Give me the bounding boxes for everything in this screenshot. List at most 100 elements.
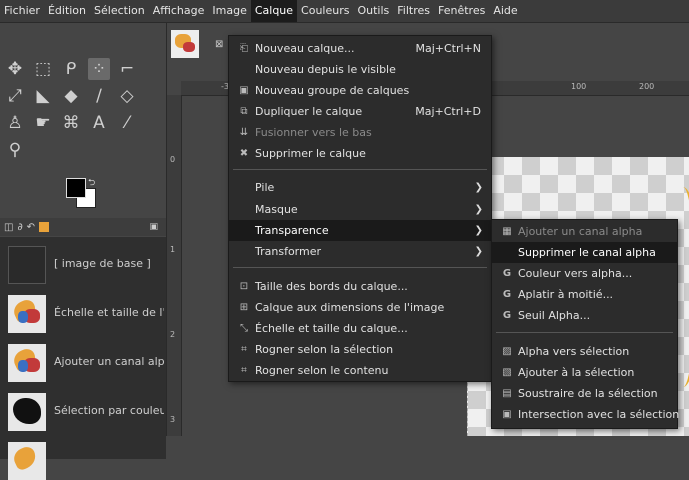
paintbrush-tool-icon[interactable]: ∕ (88, 85, 110, 107)
dock-menu-icon[interactable]: ▣ (149, 222, 158, 232)
menubar: Fichier Édition Sélection Affichage Imag… (0, 0, 689, 23)
menu-item-merge-down[interactable]: ⇊ Fusionner vers le bas (229, 122, 491, 143)
merge-down-icon: ⇊ (239, 127, 249, 138)
bucket-fill-tool-icon[interactable]: ◆ (60, 85, 82, 107)
menu-item-label: Supprimer le calque (255, 147, 366, 160)
add-alpha-icon: ▦ (502, 226, 512, 237)
subtract-selection-icon: ▤ (502, 388, 512, 399)
menu-item-label: Fusionner vers le bas (255, 126, 372, 139)
menu-item-label: Calque aux dimensions de l'image (255, 301, 445, 314)
menu-selection[interactable]: Sélection (90, 0, 149, 22)
menu-item-pile[interactable]: Pile ❯ (229, 177, 491, 198)
vertical-ruler: 0 1 2 3 (167, 95, 182, 436)
history-item[interactable]: Sélection par couleur (0, 390, 166, 434)
menu-edition[interactable]: Édition (44, 0, 90, 22)
submenu-item-intersect-selection[interactable]: ▣ Intersection avec la sélection (492, 404, 679, 425)
menu-item-label: Nouveau depuis le visible (255, 63, 396, 76)
menu-item-transparence[interactable]: Transparence ❯ (229, 220, 491, 241)
toolbox: ✥ ⬚ ᑭ ⁘ ⌐ ⤢ ◣ ◆ ∕ ◇ ♙ ☛ ⌘ A ⁄ ⚲ ⮌ ◫ ∂ ↶ … (0, 23, 166, 480)
add-selection-icon: ▧ (502, 367, 512, 378)
history-label: Ajouter un canal alpha (54, 355, 164, 368)
free-select-tool-icon[interactable]: ᑭ (60, 58, 82, 80)
menu-couleurs[interactable]: Couleurs (297, 0, 353, 22)
transform-tool-icon[interactable]: ⤢ (4, 85, 26, 107)
duplicate-icon: ⧉ (240, 106, 248, 117)
paths-tab-icon[interactable]: ∂ (17, 222, 22, 233)
gegl-icon: G (502, 268, 512, 279)
eraser-tool-icon[interactable]: ◇ (116, 85, 138, 107)
delete-icon: ✖ (239, 148, 249, 159)
menu-image[interactable]: Image (208, 0, 250, 22)
submenu-item-alpha-to-selection[interactable]: ▨ Alpha vers sélection (492, 341, 677, 362)
gegl-icon: G (502, 310, 512, 321)
submenu-item-add-alpha[interactable]: ▦ Ajouter un canal alpha (492, 221, 677, 242)
swap-colors-icon[interactable]: ⮌ (88, 175, 95, 191)
menu-item-label: Couleur vers alpha... (518, 267, 633, 280)
menu-item-layer-boundary[interactable]: ⊡ Taille des bords du calque... (229, 276, 491, 297)
smudge-tool-icon[interactable]: ☛ (32, 112, 54, 134)
history-item[interactable]: Ajouter un canal alpha (0, 341, 166, 385)
warp-tool-icon[interactable]: ◣ (32, 85, 54, 107)
menu-item-label: Soustraire de la sélection (518, 387, 658, 400)
submenu-item-subtract-selection[interactable]: ▤ Soustraire de la sélection (492, 383, 677, 404)
submenu-item-threshold-alpha[interactable]: G Seuil Alpha... (492, 305, 677, 326)
calque-menu: ⎗ Nouveau calque... Maj+Ctrl+N Nouveau d… (228, 35, 492, 382)
clone-tool-icon[interactable]: ♙ (4, 112, 26, 134)
history-item[interactable] (0, 439, 166, 480)
menu-separator (233, 267, 487, 268)
menu-outils[interactable]: Outils (353, 0, 393, 22)
menu-item-new-layer[interactable]: ⎗ Nouveau calque... Maj+Ctrl+N (229, 38, 491, 59)
history-item[interactable]: [ image de base ] (0, 243, 166, 287)
submenu-arrow-icon: ❯ (474, 182, 483, 193)
menu-item-duplicate[interactable]: ⧉ Dupliquer le calque Maj+Ctrl+D (229, 101, 491, 122)
menu-item-delete-layer[interactable]: ✖ Supprimer le calque (229, 143, 491, 164)
undo-tab-icon[interactable]: ↶ (27, 222, 35, 233)
text-tool-icon[interactable]: A (88, 112, 110, 134)
submenu-item-remove-alpha[interactable]: Supprimer le canal alpha (492, 242, 677, 263)
menu-item-masque[interactable]: Masque ❯ (229, 199, 491, 220)
image-tab-thumbnail[interactable] (171, 30, 199, 58)
shortcut-label: Maj+Ctrl+N (415, 42, 481, 55)
paths-tool-icon[interactable]: ⌘ (60, 112, 82, 134)
ruler-label: 0 (170, 155, 176, 164)
fuzzy-select-tool-icon[interactable]: ⁘ (88, 58, 110, 80)
history-thumb (8, 344, 46, 382)
menu-calque[interactable]: Calque (250, 0, 298, 22)
menu-item-new-group[interactable]: ▣ Nouveau groupe de calques (229, 80, 491, 101)
gegl-icon: G (502, 289, 512, 300)
menu-item-label: Aplatir à moitié... (518, 288, 614, 301)
menu-fichier[interactable]: Fichier (0, 0, 44, 22)
menu-item-crop-content[interactable]: ⌗ Rogner selon le contenu (229, 360, 491, 381)
shortcut-label: Maj+Ctrl+D (415, 105, 481, 118)
history-item[interactable]: Échelle et taille de l'in (0, 292, 166, 336)
menu-item-label: Alpha vers sélection (518, 345, 630, 358)
undo-history-list: [ image de base ] Échelle et taille de l… (0, 237, 166, 480)
menu-fenetres[interactable]: Fenêtres (434, 0, 489, 22)
history-thumb (8, 393, 46, 431)
layers-tab-icon[interactable]: ◫ (4, 222, 13, 233)
foreground-color-swatch[interactable] (66, 178, 86, 198)
menu-item-transformer[interactable]: Transformer ❯ (229, 241, 491, 262)
menu-item-crop-selection[interactable]: ⌗ Rogner selon la sélection (229, 339, 491, 360)
menu-item-layer-to-image[interactable]: ⊞ Calque aux dimensions de l'image (229, 297, 491, 318)
images-tab-icon[interactable] (39, 222, 50, 232)
menu-item-new-from-visible[interactable]: Nouveau depuis le visible (229, 59, 491, 80)
alpha-to-selection-icon: ▨ (502, 346, 512, 357)
rect-select-tool-icon[interactable]: ⬚ (32, 58, 54, 80)
menu-filtres[interactable]: Filtres (393, 0, 434, 22)
menu-affichage[interactable]: Affichage (149, 0, 209, 22)
submenu-item-color-to-alpha[interactable]: G Couleur vers alpha... (492, 263, 677, 284)
submenu-item-add-to-selection[interactable]: ▧ Ajouter à la sélection (492, 362, 677, 383)
fg-bg-colors[interactable]: ⮌ (64, 176, 104, 212)
menu-item-label: Rogner selon la sélection (255, 343, 394, 356)
menu-aide[interactable]: Aide (489, 0, 521, 22)
move-tool-icon[interactable]: ✥ (4, 58, 26, 80)
submenu-item-semi-flatten[interactable]: G Aplatir à moitié... (492, 284, 677, 305)
color-picker-tool-icon[interactable]: ⁄ (116, 112, 138, 134)
menu-item-label: Seuil Alpha... (518, 309, 591, 322)
menu-item-label: Ajouter à la sélection (518, 366, 635, 379)
crop-tool-icon[interactable]: ⌐ (116, 58, 138, 80)
menu-item-scale-layer[interactable]: ⤡ Échelle et taille du calque... (229, 318, 491, 339)
close-tab-icon[interactable]: ⊠ (215, 39, 223, 50)
zoom-tool-icon[interactable]: ⚲ (4, 139, 26, 161)
